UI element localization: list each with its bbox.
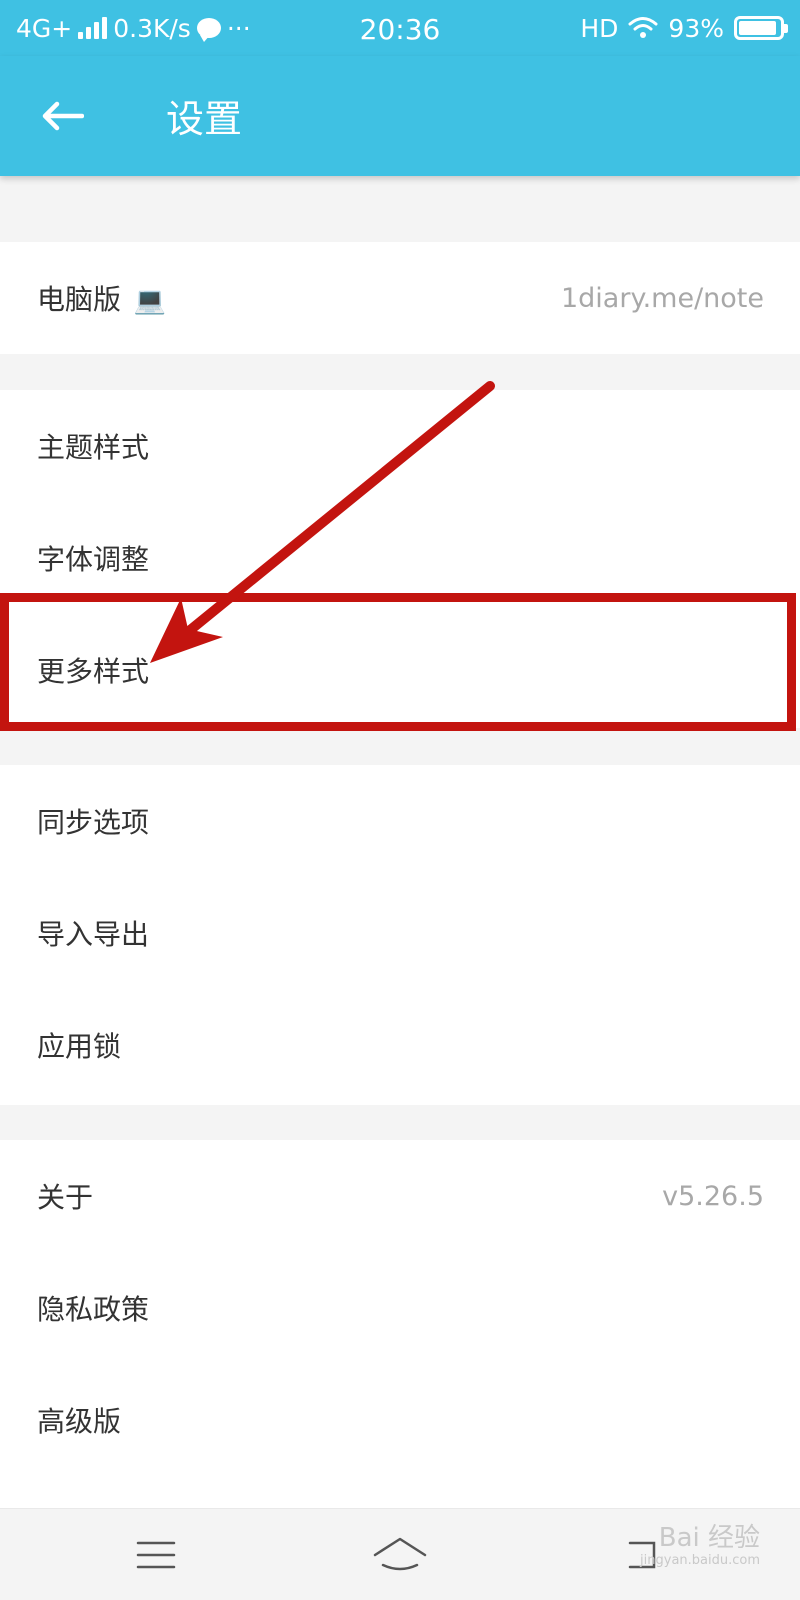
settings-item-label: 导入导出: [37, 918, 150, 951]
settings-item-label: 更多样式: [37, 655, 150, 688]
network-speed: 0.3K/s: [113, 13, 191, 43]
settings-item-label: 关于: [37, 1181, 94, 1214]
settings-item-label: 主题样式: [37, 431, 150, 464]
menu-icon: [136, 1541, 176, 1569]
settings-item-label: 字体调整: [37, 543, 150, 576]
message-icon: [196, 18, 221, 42]
pc-url-value: 1diary.me/note: [560, 282, 764, 314]
battery-icon: [734, 16, 788, 40]
watermark-text: Bai 经验: [658, 1523, 760, 1553]
app-bar: 设置: [0, 56, 800, 176]
settings-item-premium[interactable]: 高级版: [0, 1364, 800, 1476]
settings-group-about: 关于 v5.26.5 隐私政策 高级版: [0, 1140, 800, 1508]
settings-item-label: 同步选项: [37, 806, 150, 839]
system-nav-bar: Bai 经验 jingyan.baidu.com: [0, 1508, 800, 1600]
settings-item-sync-options[interactable]: 同步选项: [0, 765, 800, 877]
nav-menu-button[interactable]: [126, 1527, 186, 1583]
settings-item-privacy-policy[interactable]: 隐私政策: [0, 1252, 800, 1364]
network-type: 4G+: [16, 13, 73, 43]
nav-home-button[interactable]: [370, 1527, 430, 1583]
arrow-left-icon: [42, 101, 84, 131]
settings-item-app-lock[interactable]: 应用锁: [0, 989, 800, 1101]
watermark-url: jingyan.baidu.com: [640, 1553, 760, 1568]
battery-percent: 93%: [668, 13, 724, 43]
settings-item-label: 隐私政策: [37, 1293, 150, 1326]
version-value: v5.26.5: [662, 1180, 764, 1212]
signal-icon: [78, 17, 108, 39]
settings-item-more-styles[interactable]: 更多样式: [0, 614, 800, 726]
settings-item-import-export[interactable]: 导入导出: [0, 877, 800, 989]
settings-item-label: 应用锁: [37, 1030, 122, 1063]
home-icon: [373, 1537, 427, 1571]
wifi-icon: [628, 17, 658, 38]
settings-item-pc-version[interactable]: 电脑版 💻 1diary.me/note: [0, 242, 800, 354]
settings-item-about[interactable]: 关于 v5.26.5: [0, 1140, 800, 1252]
hd-indicator: HD: [580, 13, 619, 43]
settings-group-style: 主题样式 字体调整 更多样式: [0, 390, 800, 728]
page-title: 设置: [166, 97, 243, 141]
settings-item-theme-style[interactable]: 主题样式: [0, 390, 800, 502]
baidu-watermark: Bai 经验 jingyan.baidu.com: [640, 1523, 760, 1569]
settings-item-label: 电脑版: [37, 283, 122, 316]
more-notifications: ···: [226, 13, 251, 43]
status-bar: 4G+ 0.3K/s ··· 20:36 HD 93%: [0, 0, 800, 56]
laptop-icon: 💻: [133, 286, 167, 316]
settings-group-data: 同步选项 导入导出 应用锁: [0, 765, 800, 1105]
back-button[interactable]: [30, 84, 94, 148]
settings-item-label: 高级版: [37, 1405, 122, 1438]
settings-item-font-adjust[interactable]: 字体调整: [0, 502, 800, 614]
settings-group-pc: 电脑版 💻 1diary.me/note: [0, 242, 800, 354]
